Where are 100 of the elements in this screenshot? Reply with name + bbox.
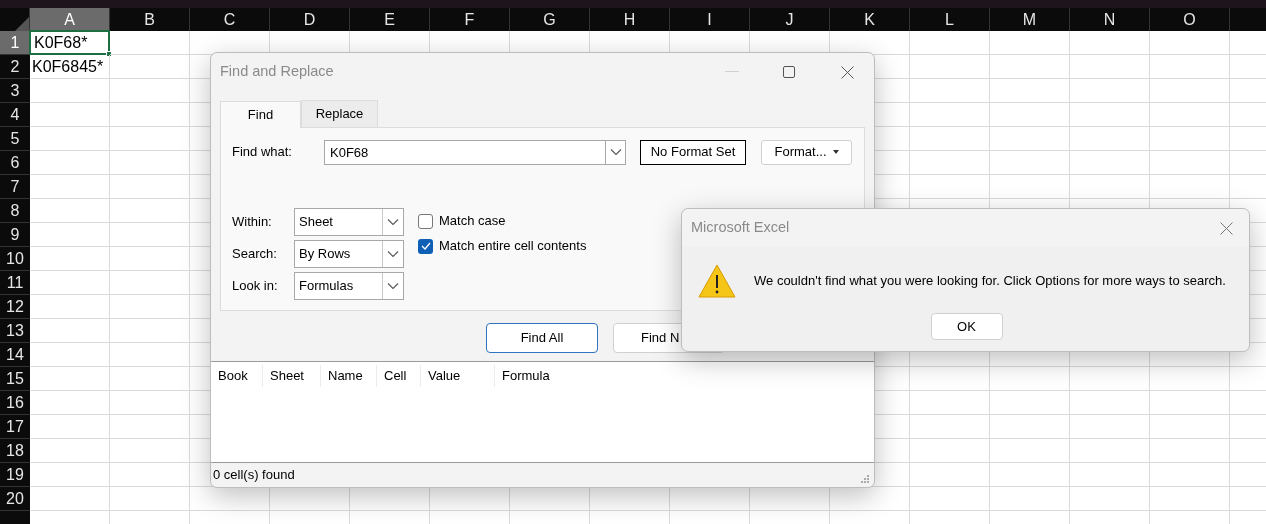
table-cell[interactable]	[30, 463, 110, 487]
table-cell[interactable]	[1150, 31, 1230, 55]
table-cell[interactable]	[1150, 127, 1230, 151]
table-cell[interactable]	[110, 415, 190, 439]
table-cell[interactable]	[30, 439, 110, 463]
table-cell[interactable]	[1070, 463, 1150, 487]
table-cell[interactable]	[30, 103, 110, 127]
minimize-icon[interactable]	[725, 71, 739, 73]
table-cell[interactable]	[1150, 151, 1230, 175]
table-cell[interactable]	[110, 391, 190, 415]
table-cell[interactable]	[910, 151, 990, 175]
row-header[interactable]: 3	[0, 79, 30, 103]
maximize-icon[interactable]	[783, 66, 795, 78]
row-header[interactable]: 2	[0, 55, 30, 79]
table-cell[interactable]	[110, 439, 190, 463]
table-cell[interactable]	[1070, 175, 1150, 199]
column-header[interactable]: J	[750, 8, 830, 31]
table-cell[interactable]	[990, 127, 1070, 151]
dropdown[interactable]: Formulas	[294, 272, 404, 300]
table-cell[interactable]	[30, 415, 110, 439]
table-cell[interactable]	[990, 151, 1070, 175]
table-cell[interactable]	[1150, 55, 1230, 79]
table-cell[interactable]	[1150, 415, 1230, 439]
column-header[interactable]: N	[1070, 8, 1150, 31]
table-cell[interactable]	[910, 127, 990, 151]
dropdown[interactable]: By Rows	[294, 240, 404, 268]
table-cell[interactable]	[1150, 391, 1230, 415]
column-header[interactable]: Cell	[377, 364, 421, 387]
tab[interactable]: Replace	[301, 100, 378, 127]
row-header[interactable]: 11	[0, 271, 30, 295]
table-cell[interactable]	[110, 31, 190, 55]
table-cell[interactable]	[910, 79, 990, 103]
row-header[interactable]: 9	[0, 223, 30, 247]
table-cell[interactable]	[1070, 151, 1150, 175]
table-cell[interactable]	[30, 295, 110, 319]
table-cell[interactable]	[910, 415, 990, 439]
table-cell[interactable]	[30, 127, 110, 151]
row-header[interactable]: 17	[0, 415, 30, 439]
table-cell[interactable]	[990, 487, 1070, 511]
table-cell[interactable]	[30, 319, 110, 343]
table-cell[interactable]	[110, 127, 190, 151]
table-cell[interactable]	[910, 367, 990, 391]
table-cell[interactable]	[990, 391, 1070, 415]
table-cell[interactable]	[110, 463, 190, 487]
resize-grip-icon[interactable]	[860, 474, 870, 484]
dropdown[interactable]: Sheet	[294, 208, 404, 236]
row-header[interactable]: 4	[0, 103, 30, 127]
table-cell[interactable]	[1070, 439, 1150, 463]
row-header[interactable]: 19	[0, 463, 30, 487]
table-cell[interactable]	[990, 55, 1070, 79]
table-cell[interactable]	[110, 223, 190, 247]
table-cell[interactable]	[1070, 487, 1150, 511]
table-cell[interactable]	[1150, 175, 1230, 199]
table-cell[interactable]	[1070, 415, 1150, 439]
table-cell[interactable]	[30, 343, 110, 367]
dialog-button[interactable]: Find All	[486, 323, 598, 353]
table-cell[interactable]	[1150, 367, 1230, 391]
table-cell[interactable]	[30, 271, 110, 295]
table-cell[interactable]: K0F68*	[29, 30, 110, 55]
row-header[interactable]: 1	[0, 31, 30, 55]
table-cell[interactable]	[910, 31, 990, 55]
table-cell[interactable]	[110, 55, 190, 79]
table-cell[interactable]	[30, 79, 110, 103]
table-cell[interactable]	[990, 367, 1070, 391]
format-button[interactable]: Format...	[761, 139, 852, 165]
row-header[interactable]: 20	[0, 487, 30, 511]
table-cell[interactable]	[1070, 31, 1150, 55]
column-header[interactable]: H	[590, 8, 670, 31]
table-cell[interactable]	[1070, 127, 1150, 151]
table-cell[interactable]	[910, 391, 990, 415]
column-header[interactable]: Book	[211, 364, 263, 387]
row-header[interactable]: 5	[0, 127, 30, 151]
column-header[interactable]: C	[190, 8, 270, 31]
table-cell[interactable]	[990, 175, 1070, 199]
column-header[interactable]: Value	[421, 364, 495, 387]
column-header[interactable]: Formula	[495, 364, 595, 387]
table-cell[interactable]	[110, 343, 190, 367]
table-cell[interactable]	[1150, 487, 1230, 511]
table-cell[interactable]	[110, 295, 190, 319]
table-cell[interactable]	[30, 175, 110, 199]
table-cell[interactable]	[910, 175, 990, 199]
table-cell[interactable]	[990, 439, 1070, 463]
row-header[interactable]: 16	[0, 391, 30, 415]
row-header[interactable]: 7	[0, 175, 30, 199]
row-header[interactable]: 14	[0, 343, 30, 367]
table-cell[interactable]	[1150, 103, 1230, 127]
table-cell[interactable]	[1070, 367, 1150, 391]
table-cell[interactable]	[30, 391, 110, 415]
table-cell[interactable]	[990, 79, 1070, 103]
table-cell[interactable]: K0F6845*	[29, 54, 110, 79]
table-cell[interactable]	[1150, 439, 1230, 463]
column-header[interactable]: A	[30, 8, 110, 31]
table-cell[interactable]	[110, 247, 190, 271]
table-cell[interactable]	[990, 463, 1070, 487]
table-cell[interactable]	[110, 79, 190, 103]
close-icon[interactable]	[841, 65, 854, 79]
table-cell[interactable]	[110, 199, 190, 223]
table-cell[interactable]	[990, 103, 1070, 127]
table-cell[interactable]	[110, 487, 190, 511]
column-header[interactable]: L	[910, 8, 990, 31]
